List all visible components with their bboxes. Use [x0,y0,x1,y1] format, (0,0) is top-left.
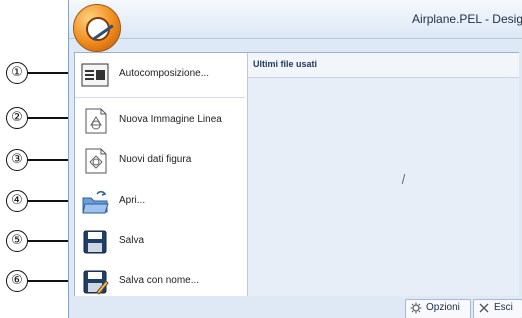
recent-files-title: Ultimi file usati [253,59,318,69]
autocomposition-icon [81,63,109,87]
menu-item-label: Apri... [119,195,146,206]
callout-number: ② [6,107,28,129]
recent-files-header: Ultimi file usati [248,53,519,78]
exit-button[interactable]: Esci [473,299,522,318]
menu-item-label: Nuovi dati figura [119,154,192,165]
menu-item-label: Nuova Immagine Linea [119,114,222,125]
gear-icon [410,302,422,314]
callout-line [28,280,70,282]
callout-line [28,117,70,119]
callout-4: ④ [0,189,70,213]
callout-6: ⑥ [0,269,70,293]
menu-item-save[interactable]: Salva [79,224,243,260]
callout-line [28,72,70,74]
menu-item-autocomposition[interactable]: Autocomposizione... [79,57,243,93]
exit-label: Esci [494,302,513,313]
callout-number: ⑥ [6,270,28,292]
application-menu: Autocomposizione... Nuova Immagine Linea [74,52,519,297]
new-figure-data-icon [85,148,107,174]
menu-item-open[interactable]: Apri... [79,184,243,220]
close-icon [479,303,489,313]
save-icon [83,230,107,254]
callout-5: ⑤ [0,229,70,253]
callout-number: ① [6,62,28,84]
application-window: Airplane.PEL - Desig Autocomposizione... [68,0,522,318]
application-button[interactable] [73,4,121,52]
callout-line [28,159,70,161]
menu-item-new-figure-data[interactable]: Nuovi dati figura [79,143,243,179]
window-title: Airplane.PEL - Desig [412,12,522,26]
open-folder-icon [82,191,109,214]
menu-footer: Opzioni Esci [69,296,522,318]
menu-item-new-line-image[interactable]: Nuova Immagine Linea [79,103,243,139]
menu-commands-panel: Autocomposizione... Nuova Immagine Linea [75,53,245,296]
recent-files-panel: Ultimi file usati [247,53,519,296]
title-bar: Airplane.PEL - Desig [69,0,522,39]
options-button[interactable]: Opzioni [405,299,471,318]
callout-1: ① [0,61,70,85]
callout-2: ② [0,106,70,130]
menu-item-label: Autocomposizione... [119,68,210,79]
menu-item-save-as[interactable]: Salva con nome... [79,264,243,300]
separator [75,97,245,98]
callout-number: ⑤ [6,230,28,252]
callout-line [28,240,70,242]
options-label: Opzioni [426,302,460,313]
save-as-icon [83,270,109,295]
callout-3: ③ [0,148,70,172]
menu-item-label: Salva [119,235,145,246]
new-line-image-icon [85,108,107,134]
callout-line [28,200,70,202]
text-cursor-icon [401,174,406,184]
callout-number: ④ [6,190,28,212]
callout-number: ③ [6,149,28,171]
menu-item-label: Salva con nome... [119,275,200,286]
